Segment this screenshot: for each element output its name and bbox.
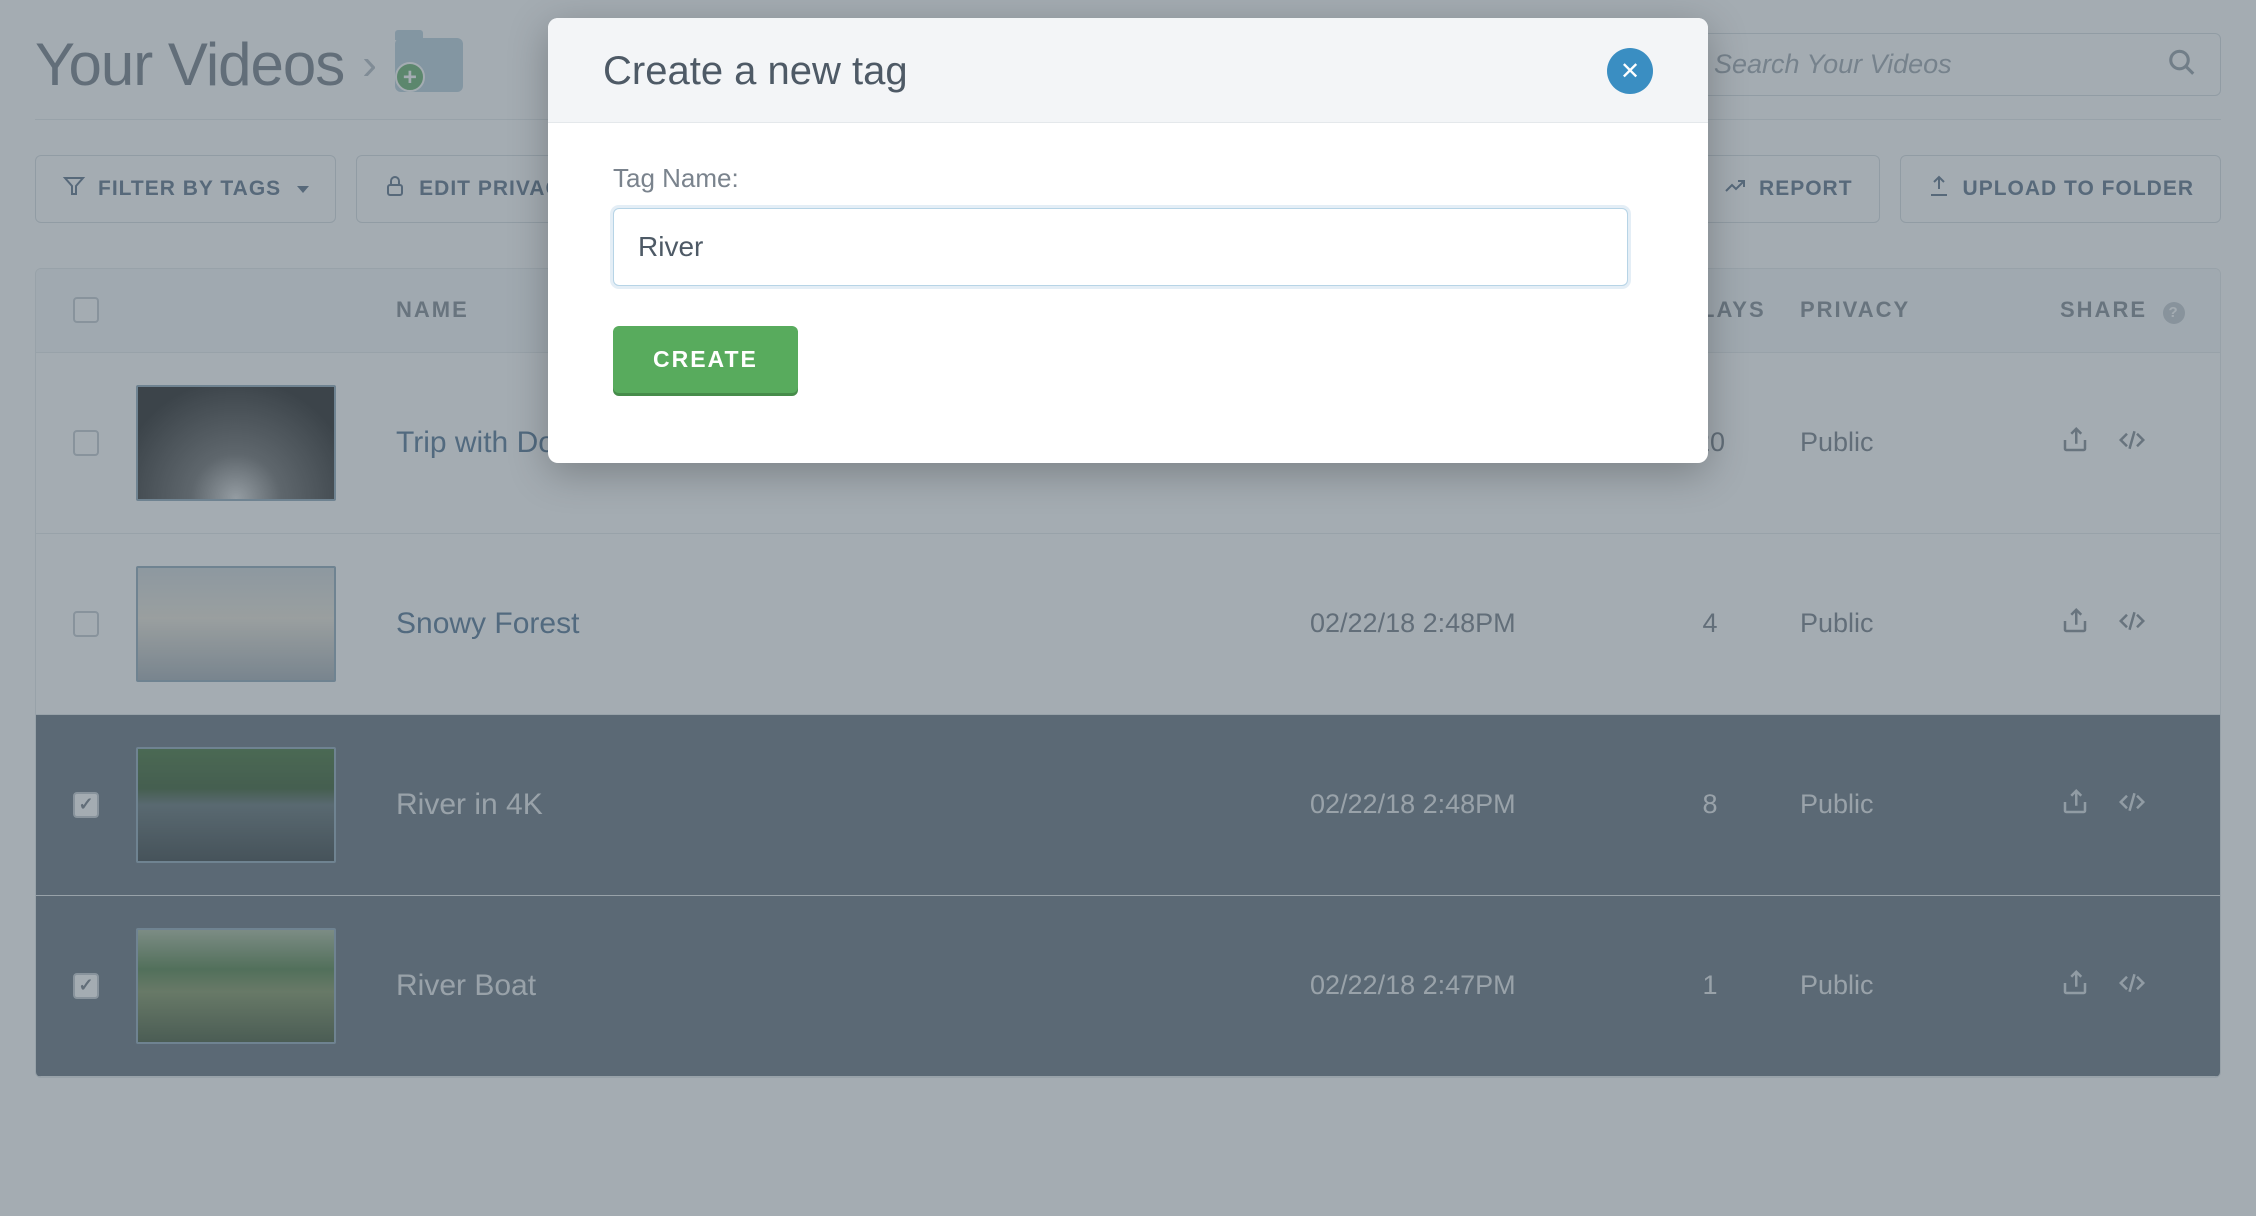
modal-title: Create a new tag bbox=[603, 49, 908, 94]
close-button[interactable]: ✕ bbox=[1607, 48, 1653, 94]
close-icon: ✕ bbox=[1620, 57, 1640, 86]
create-button[interactable]: CREATE bbox=[613, 326, 798, 393]
tag-name-label: Tag Name: bbox=[613, 163, 1628, 194]
tag-name-input[interactable] bbox=[613, 208, 1628, 286]
modal-overlay[interactable]: Create a new tag ✕ Tag Name: CREATE bbox=[0, 0, 2256, 1216]
create-tag-modal: Create a new tag ✕ Tag Name: CREATE bbox=[548, 18, 1708, 463]
